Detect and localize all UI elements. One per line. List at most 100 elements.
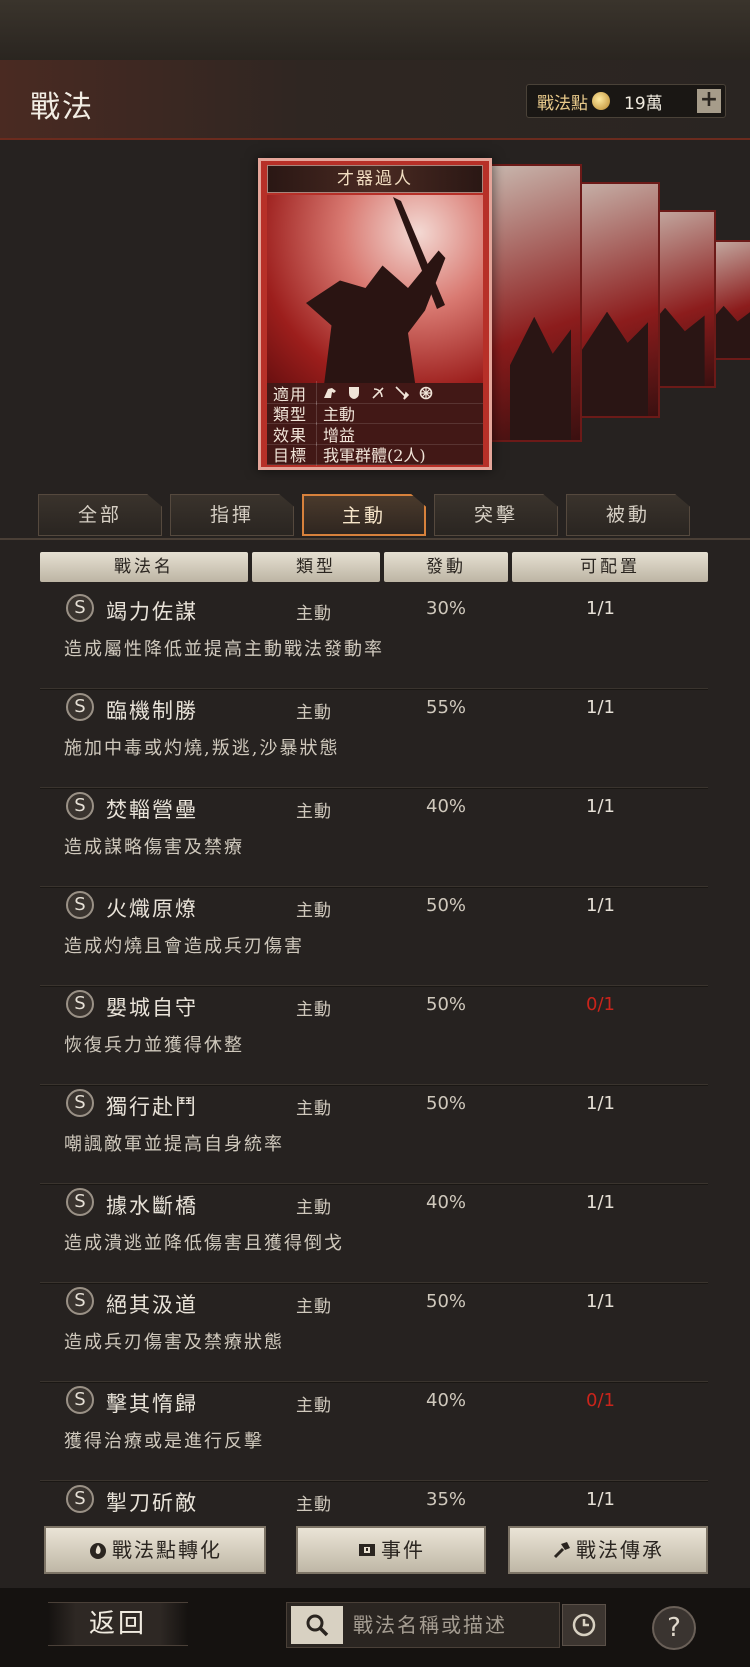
- skill-points-box: 戰法點 19萬 +: [526, 84, 726, 118]
- column-header-row: 戰法名 類型 發動 可配置: [40, 552, 708, 582]
- skill-slots: 1/1: [586, 796, 615, 817]
- list-item[interactable]: S 竭力佐謀 主動 30% 1/1 造成屬性降低並提高主動戰法發動率: [40, 590, 708, 690]
- list-item[interactable]: S 擊其惰歸 主動 40% 0/1 獲得治療或是進行反擊: [40, 1382, 708, 1482]
- skill-type: 主動: [296, 604, 332, 624]
- cavalry-icon: [324, 387, 336, 398]
- top-decoration: [0, 0, 750, 60]
- bottom-bar: 返回 ?: [0, 1588, 750, 1667]
- list-item[interactable]: S 臨機制勝 主動 55% 1/1 施加中毒或灼燒,叛逃,沙暴狀態: [40, 689, 708, 789]
- card-info-panel: 適用 類型 主動 效果 增益 目標 我軍群體(2人): [267, 380, 483, 467]
- column-type-header[interactable]: 類型: [252, 552, 380, 582]
- help-button[interactable]: ?: [652, 1606, 696, 1650]
- spear-icon: [395, 386, 409, 400]
- tab-command[interactable]: 指揮: [170, 494, 294, 536]
- skill-description: 造成謀略傷害及禁療: [64, 837, 244, 858]
- column-name-header[interactable]: 戰法名: [40, 552, 248, 582]
- skill-points-label: 戰法點: [537, 93, 588, 114]
- events-button[interactable]: 事件: [296, 1526, 486, 1574]
- skill-slots: 0/1: [586, 994, 615, 1015]
- skill-name: 絕其汲道: [106, 1293, 198, 1317]
- skill-list[interactable]: S 竭力佐謀 主動 30% 1/1 造成屬性降低並提高主動戰法發動率 S 臨機制…: [40, 590, 708, 1516]
- history-button[interactable]: [562, 1604, 606, 1646]
- skill-point-coin-icon: [592, 92, 610, 110]
- list-item[interactable]: S 焚輜營壘 主動 40% 1/1 造成謀略傷害及禁療: [40, 788, 708, 888]
- search-icon: [306, 1614, 329, 1637]
- skill-type: 主動: [296, 1000, 332, 1020]
- skill-points-value: 19萬: [624, 93, 663, 114]
- skill-description: 造成灼燒且會造成兵刃傷害: [64, 936, 304, 957]
- list-item[interactable]: S 火熾原燎 主動 50% 1/1 造成灼燒且會造成兵刃傷害: [40, 887, 708, 987]
- skill-name: 嬰城自守: [106, 996, 198, 1020]
- card-info-key: 目標: [267, 442, 317, 467]
- skill-name: 掣刀斫敵: [106, 1491, 198, 1515]
- grade-badge: S: [66, 1188, 94, 1216]
- skill-description: 造成潰逃並降低傷害且獲得倒戈: [64, 1233, 344, 1254]
- grade-badge: S: [66, 990, 94, 1018]
- skill-name: 竭力佐謀: [106, 600, 198, 624]
- skill-card-preview[interactable]: [490, 164, 582, 442]
- card-info-row: 目標 我軍群體(2人): [267, 442, 483, 467]
- action-buttons: 戰法點轉化 事件 戰法傳承: [44, 1526, 708, 1574]
- skill-rate: 40%: [426, 1192, 467, 1213]
- search-box: [286, 1602, 560, 1648]
- list-item[interactable]: S 據水斷橋 主動 40% 1/1 造成潰逃並降低傷害且獲得倒戈: [40, 1184, 708, 1284]
- convert-points-label: 戰法點轉化: [112, 1538, 222, 1562]
- list-item[interactable]: S 嬰城自守 主動 50% 0/1 恢復兵力並獲得休整: [40, 986, 708, 1086]
- skill-rate: 55%: [426, 697, 467, 718]
- grade-badge: S: [66, 1485, 94, 1513]
- flame-coin-icon: [90, 1543, 106, 1559]
- skill-type: 主動: [296, 1297, 332, 1317]
- skill-slots: 1/1: [586, 697, 615, 718]
- grade-badge: S: [66, 792, 94, 820]
- skill-description: 嘲諷敵軍並提高自身統率: [64, 1134, 284, 1155]
- add-points-button[interactable]: +: [697, 89, 721, 113]
- tab-assault[interactable]: 突擊: [434, 494, 558, 536]
- tab-all[interactable]: 全部: [38, 494, 162, 536]
- list-item[interactable]: S 掣刀斫敵 主動 35% 1/1: [40, 1481, 708, 1516]
- skill-rate: 30%: [426, 598, 467, 619]
- skill-name: 臨機制勝: [106, 699, 198, 723]
- sword-icon: [393, 197, 445, 309]
- tab-passive[interactable]: 被動: [566, 494, 690, 536]
- card-title: 才器過人: [267, 165, 483, 193]
- skill-type: 主動: [296, 1099, 332, 1119]
- tab-active[interactable]: 主動: [302, 494, 426, 536]
- skill-name: 焚輜營壘: [106, 798, 198, 822]
- column-slots-header[interactable]: 可配置: [512, 552, 708, 582]
- grade-badge: S: [66, 1287, 94, 1315]
- search-button[interactable]: [291, 1606, 343, 1644]
- skill-description: 造成屬性降低並提高主動戰法發動率: [64, 639, 384, 660]
- hammer-icon: [553, 1542, 570, 1559]
- skill-type: 主動: [296, 1396, 332, 1416]
- scroll-icon: [359, 1544, 375, 1556]
- events-label: 事件: [381, 1538, 425, 1562]
- search-input[interactable]: [343, 1613, 553, 1637]
- skill-type: 主動: [296, 1495, 332, 1515]
- column-rate-header[interactable]: 發動: [384, 552, 508, 582]
- grade-badge: S: [66, 891, 94, 919]
- skill-description: 獲得治療或是進行反擊: [64, 1431, 264, 1452]
- skill-description: 造成兵刃傷害及禁療狀態: [64, 1332, 284, 1353]
- skill-slots: 1/1: [586, 1489, 615, 1510]
- header: 戰法 戰法點 19萬 +: [0, 60, 750, 140]
- skill-name: 獨行赴鬥: [106, 1095, 198, 1119]
- skill-card-carousel[interactable]: 才器過人 適用 類型 主動 效果 增益 目標 我軍群體(2人): [0, 140, 750, 480]
- list-item[interactable]: S 絕其汲道 主動 50% 1/1 造成兵刃傷害及禁療狀態: [40, 1283, 708, 1383]
- skill-slots: 1/1: [586, 895, 615, 916]
- page-title: 戰法: [30, 90, 94, 125]
- list-item[interactable]: S 獨行赴鬥 主動 50% 1/1 嘲諷敵軍並提高自身統率: [40, 1085, 708, 1185]
- skill-slots: 1/1: [586, 1291, 615, 1312]
- inherit-skill-button[interactable]: 戰法傳承: [508, 1526, 708, 1574]
- back-button[interactable]: 返回: [48, 1602, 188, 1646]
- category-tabs: 全部 指揮 主動 突擊 被動: [38, 494, 718, 538]
- skill-type: 主動: [296, 802, 332, 822]
- convert-points-button[interactable]: 戰法點轉化: [44, 1526, 266, 1574]
- troop-types: [317, 386, 433, 400]
- skill-type: 主動: [296, 703, 332, 723]
- bow-icon: [372, 387, 384, 399]
- skill-rate: 35%: [426, 1489, 467, 1510]
- skill-rate: 50%: [426, 1093, 467, 1114]
- skill-rate: 50%: [426, 895, 467, 916]
- selected-skill-card[interactable]: 才器過人 適用 類型 主動 效果 增益 目標 我軍群體(2人): [258, 158, 492, 470]
- grade-badge: S: [66, 1089, 94, 1117]
